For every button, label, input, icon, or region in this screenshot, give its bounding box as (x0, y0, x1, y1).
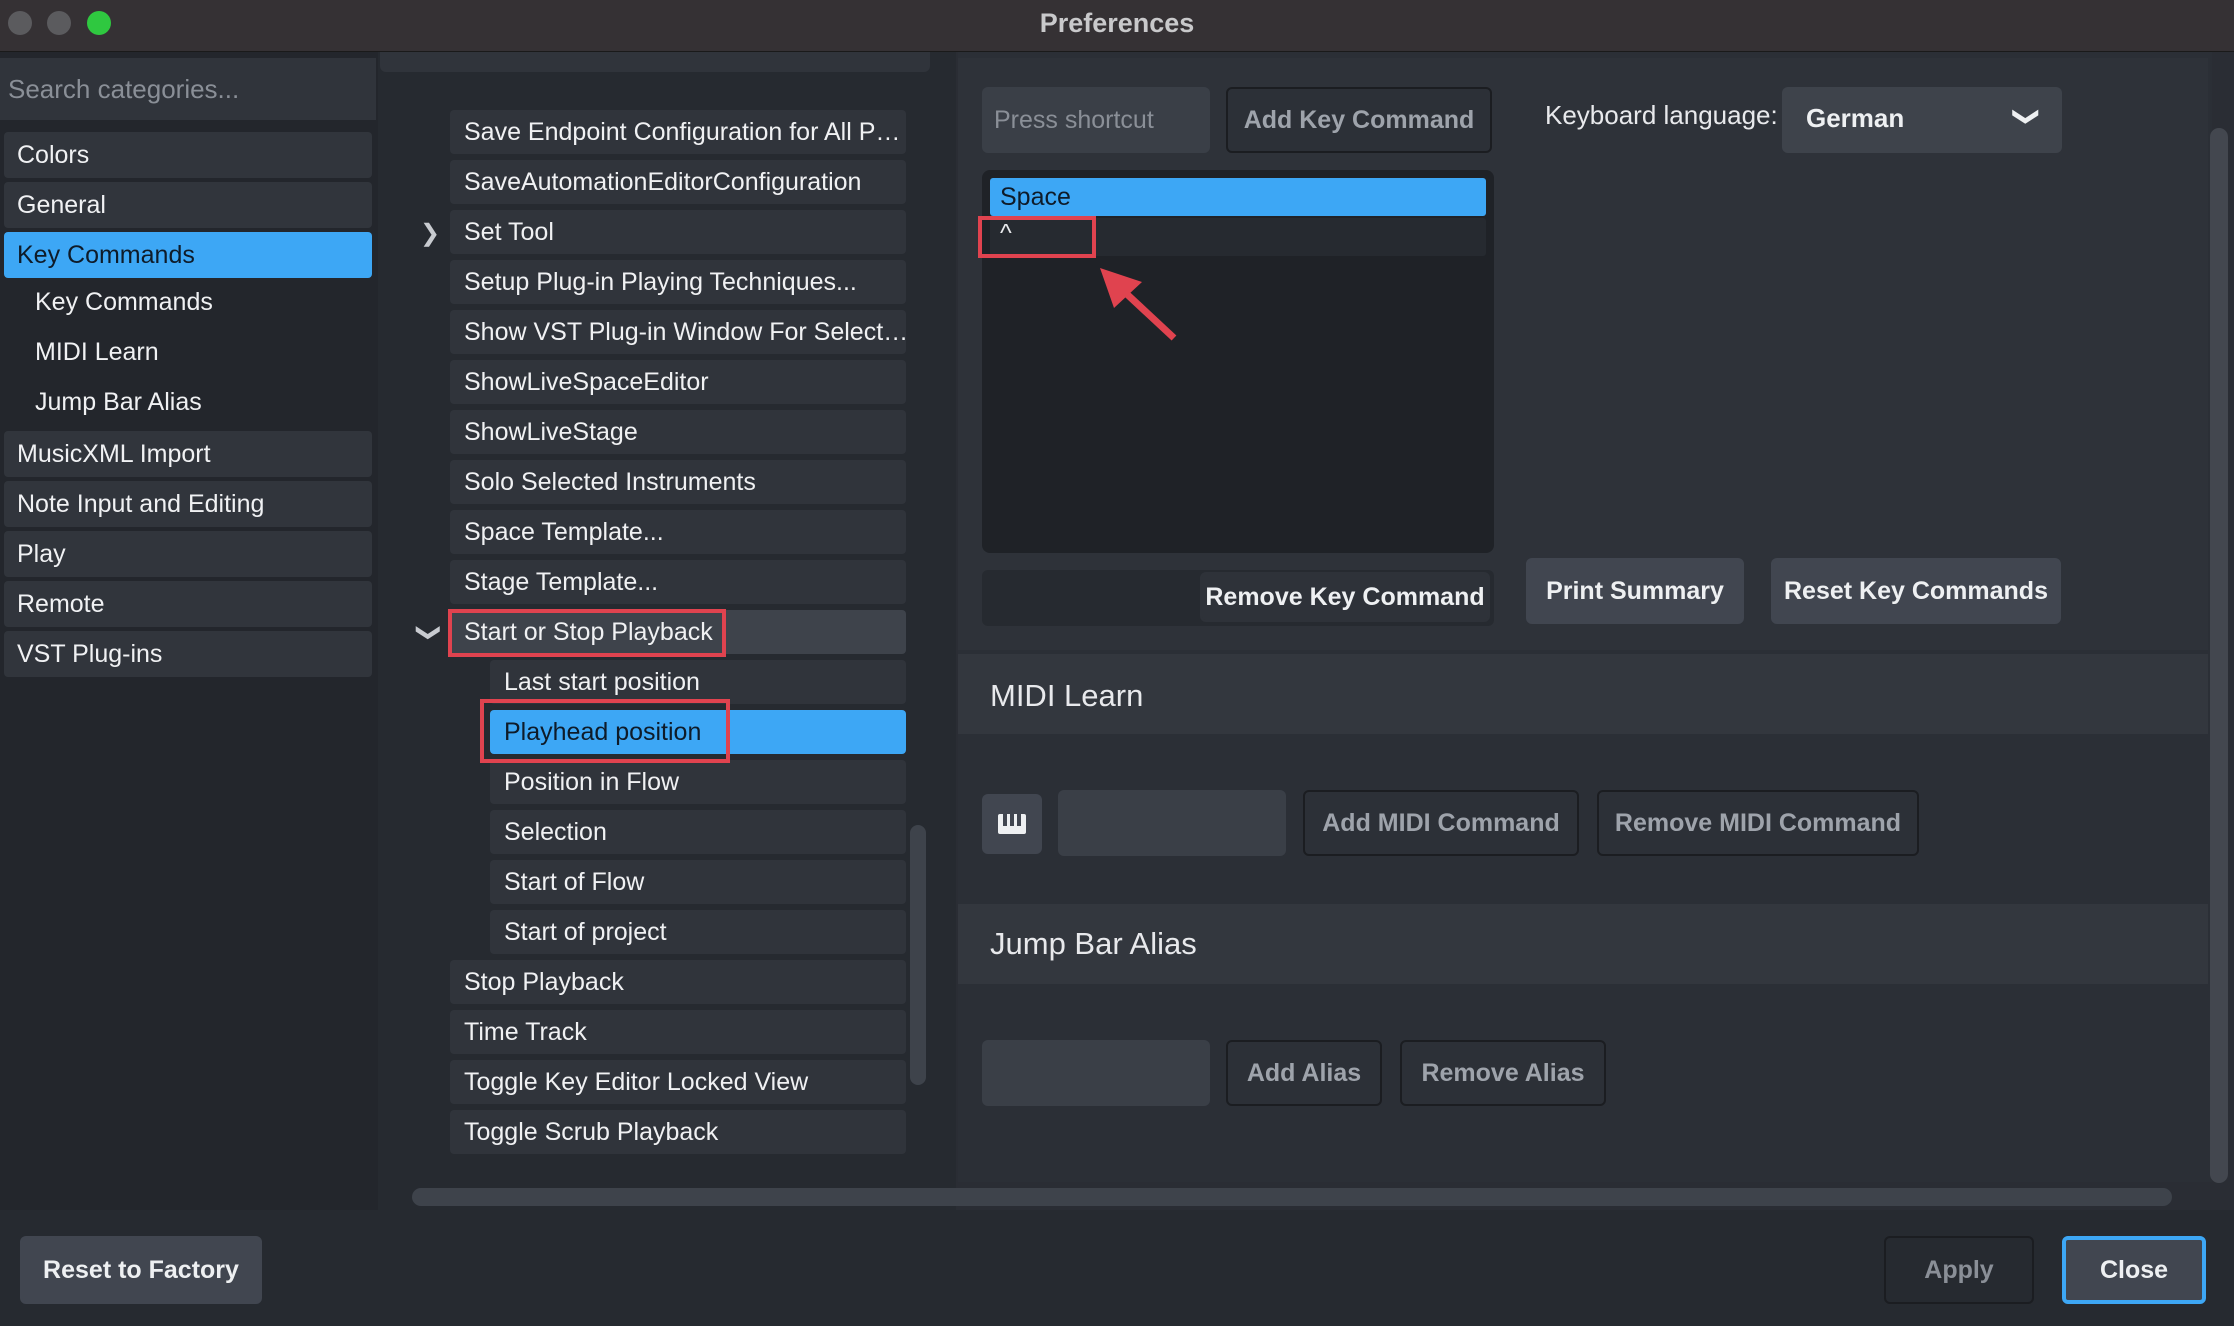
sidebar-item-vst-plugins[interactable]: VST Plug-ins (4, 631, 372, 677)
chevron-right-icon[interactable]: ❯ (420, 219, 440, 248)
horizontal-scrollbar[interactable] (412, 1188, 2172, 1206)
command-item[interactable]: Time Track (450, 1010, 906, 1054)
shortcut-field[interactable]: Press shortcut (982, 87, 1210, 153)
remove-alias-button[interactable]: Remove Alias (1400, 1040, 1606, 1106)
close-button[interactable]: Close (2062, 1236, 2206, 1304)
highlight-box (480, 699, 730, 763)
command-subitem[interactable]: Selection (490, 810, 906, 854)
chevron-down-icon[interactable]: ❯ (415, 622, 444, 642)
sidebar-subitem-jump-bar-alias[interactable]: Jump Bar Alias (4, 379, 372, 425)
alias-input-field[interactable] (982, 1040, 1210, 1106)
midi-learn-header: MIDI Learn (958, 654, 2208, 734)
command-item[interactable]: Set Tool (450, 210, 906, 254)
keyboard-language-label: Keyboard language: (1545, 100, 1778, 130)
command-item[interactable]: Toggle Key Editor Locked View (450, 1060, 906, 1104)
remove-midi-command-button[interactable]: Remove MIDI Command (1597, 790, 1919, 856)
command-item[interactable]: Space Template... (450, 510, 906, 554)
midi-input-field[interactable] (1058, 790, 1286, 856)
command-item[interactable]: Save Endpoint Configuration for All P… (450, 110, 906, 154)
command-tree-scrollbar[interactable] (910, 825, 926, 1085)
keyboard-language-value: German (1806, 103, 1905, 133)
piano-keyboard-icon[interactable] (982, 794, 1042, 854)
reset-to-factory-button[interactable]: Reset to Factory (20, 1236, 262, 1304)
sidebar-item-colors[interactable]: Colors (4, 132, 372, 178)
add-key-command-button[interactable]: Add Key Command (1226, 87, 1492, 153)
red-arrow-icon (1100, 268, 1177, 341)
command-item[interactable]: ShowLiveStage (450, 410, 906, 454)
command-tree-header (380, 52, 930, 72)
sidebar-subitem-midi-learn[interactable]: MIDI Learn (4, 329, 372, 375)
settings-vertical-scrollbar[interactable] (2210, 128, 2228, 1183)
category-search (0, 58, 376, 120)
command-item[interactable]: SaveAutomationEditorConfiguration (450, 160, 906, 204)
jump-bar-alias-header: Jump Bar Alias (958, 904, 2208, 984)
command-subitem[interactable]: Start of Flow (490, 860, 906, 904)
shortcut-placeholder: Press shortcut (994, 106, 1154, 134)
reset-key-commands-button[interactable]: Reset Key Commands (1771, 558, 2061, 624)
sidebar-item-play[interactable]: Play (4, 531, 372, 577)
shortcut-item-selected[interactable]: Space (990, 178, 1486, 216)
sidebar-subitem-key-commands[interactable]: Key Commands (4, 279, 372, 325)
command-item[interactable]: Stage Template... (450, 560, 906, 604)
keyboard-language-select[interactable]: German ❯ (1782, 87, 2062, 153)
command-item[interactable]: Stop Playback (450, 960, 906, 1004)
jump-bar-alias-title: Jump Bar Alias (990, 926, 1197, 961)
window-title: Preferences (1039, 8, 1195, 38)
chevron-down-icon: ❯ (2012, 105, 2043, 128)
highlight-box (978, 216, 1096, 258)
sidebar-item-general[interactable]: General (4, 182, 372, 228)
sidebar-item-note-input[interactable]: Note Input and Editing (4, 481, 372, 527)
remove-key-command-button[interactable]: Remove Key Command (1200, 572, 1490, 622)
command-item[interactable]: Setup Plug-in Playing Techniques... (450, 260, 906, 304)
command-subitem[interactable]: Last start position (490, 660, 906, 704)
sidebar-item-key-commands[interactable]: Key Commands (4, 232, 372, 278)
print-summary-button[interactable]: Print Summary (1526, 558, 1744, 624)
midi-learn-title: MIDI Learn (990, 678, 1144, 713)
command-item[interactable]: Solo Selected Instruments (450, 460, 906, 504)
command-item[interactable]: Show VST Plug-in Window For Select… (450, 310, 906, 354)
sidebar-item-musicxml-import[interactable]: MusicXML Import (4, 431, 372, 477)
command-subitem[interactable]: Position in Flow (490, 760, 906, 804)
add-midi-command-button[interactable]: Add MIDI Command (1303, 790, 1579, 856)
apply-button[interactable]: Apply (1884, 1236, 2034, 1304)
command-item[interactable]: ShowLiveSpaceEditor (450, 360, 906, 404)
command-item[interactable]: Toggle Scrub Playback (450, 1110, 906, 1154)
command-subitem[interactable]: Start of project (490, 910, 906, 954)
add-alias-button[interactable]: Add Alias (1226, 1040, 1382, 1106)
category-search-input[interactable] (0, 58, 376, 120)
sidebar-item-remote[interactable]: Remote (4, 581, 372, 627)
highlight-box (448, 609, 726, 657)
